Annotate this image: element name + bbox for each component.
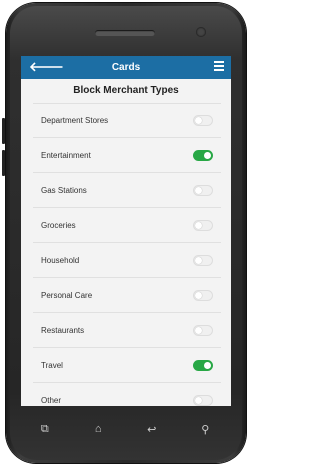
section-title: Block Merchant Types: [73, 85, 179, 96]
list-item: Department Stores: [33, 103, 221, 138]
merchant-type-label: Entertainment: [41, 150, 91, 160]
list-item: Household: [33, 243, 221, 278]
merchant-type-label: Other: [41, 395, 62, 405]
list-item: Restaurants: [33, 313, 221, 348]
block-toggle[interactable]: [193, 149, 213, 161]
block-toggle[interactable]: [193, 324, 213, 336]
merchant-type-label: Gas Stations: [41, 185, 87, 195]
block-toggle[interactable]: [193, 289, 213, 301]
merchant-type-label: Personal Care: [41, 290, 93, 300]
volume-up-button[interactable]: [2, 118, 5, 144]
merchant-type-label: Travel: [41, 360, 63, 370]
speaker-grille: [95, 30, 155, 36]
toggle-knob: [195, 221, 202, 229]
list-item: Gas Stations: [33, 173, 221, 208]
app-header: 🡐 Cards: [21, 56, 231, 79]
toggle-knob: [195, 256, 202, 264]
toggle-knob: [195, 186, 202, 194]
toggle-knob: [204, 151, 211, 159]
block-toggle[interactable]: [193, 254, 213, 266]
recent-apps-icon[interactable]: ⧉: [35, 423, 55, 436]
toggle-knob: [204, 361, 211, 369]
toggle-knob: [195, 396, 202, 404]
merchant-type-label: Department Stores: [41, 116, 109, 125]
search-icon[interactable]: ⚲: [195, 423, 215, 436]
merchant-type-label: Restaurants: [41, 325, 85, 335]
system-back-icon[interactable]: ↩: [142, 423, 162, 436]
toggle-knob: [195, 326, 202, 334]
volume-down-button[interactable]: [2, 150, 5, 176]
hamburger-menu-icon[interactable]: [214, 61, 224, 73]
page-title: Cards: [111, 62, 141, 73]
block-toggle[interactable]: [193, 115, 213, 126]
app-screen: 🡐 Cards Block Merchant Types Department …: [21, 56, 231, 406]
back-arrow-icon[interactable]: 🡐: [29, 59, 64, 75]
list-item: Travel: [33, 348, 221, 383]
toggle-knob: [195, 117, 202, 124]
block-toggle[interactable]: [193, 359, 213, 371]
merchant-type-list: Department Stores Entertainment Gas Statio…: [33, 103, 221, 406]
camera-icon: [196, 27, 206, 37]
list-item: Personal Care: [33, 278, 221, 313]
merchant-type-label: Groceries: [41, 220, 76, 230]
list-item: Other: [33, 383, 221, 406]
list-item: Groceries: [33, 208, 221, 243]
android-navbar: ⧉ ⌂ ↩ ⚲: [18, 410, 232, 448]
block-toggle[interactable]: [193, 184, 213, 196]
toggle-knob: [195, 291, 202, 299]
list-item: Entertainment: [33, 138, 221, 173]
home-icon[interactable]: ⌂: [88, 423, 108, 435]
merchant-type-label: Household: [41, 255, 80, 265]
block-toggle[interactable]: [193, 219, 213, 231]
block-toggle[interactable]: [193, 394, 213, 406]
